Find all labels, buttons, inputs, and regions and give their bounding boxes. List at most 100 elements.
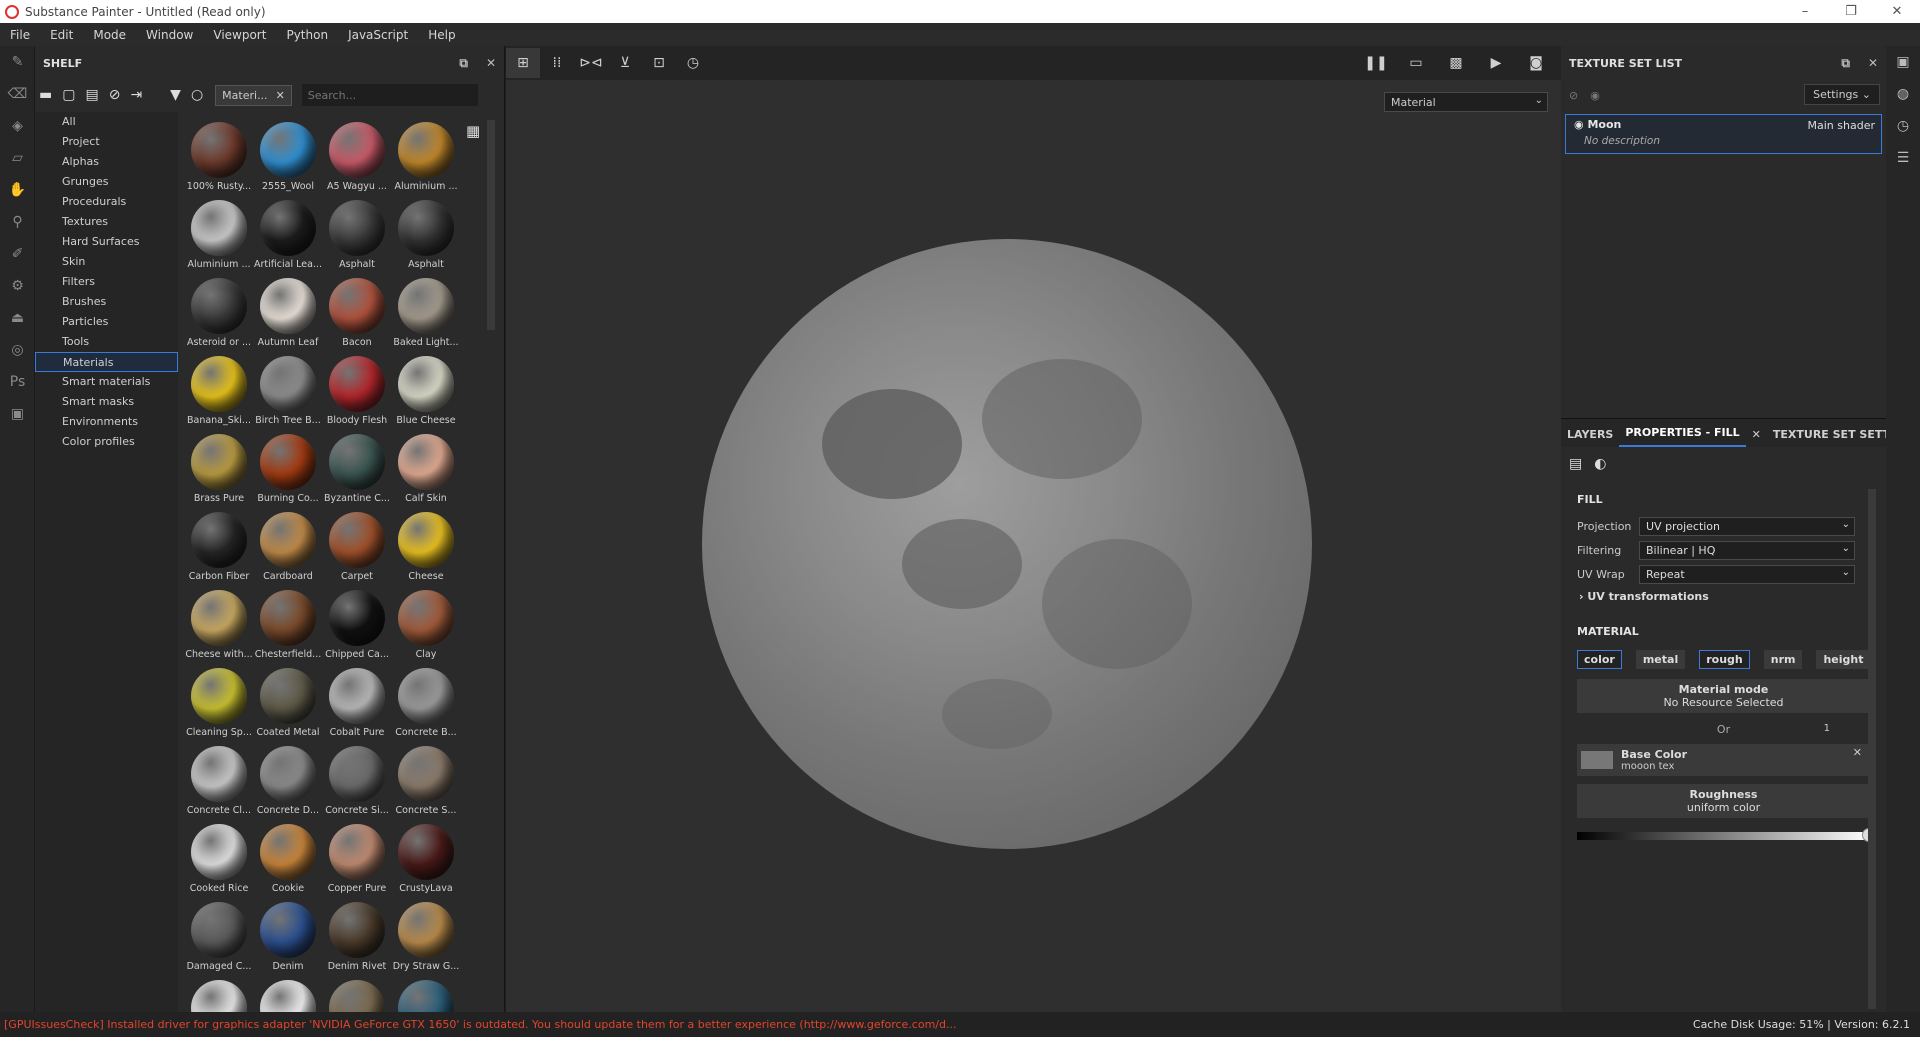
menu-mode[interactable]: Mode [83,28,136,42]
material-thumbnail[interactable]: Brass Pure [185,430,253,508]
material-thumbnail[interactable]: Carpet [323,508,391,586]
smudge-icon[interactable]: ✋ [0,174,35,206]
material-thumbnail[interactable]: Copper Pure [323,820,391,898]
shelf-category-smart-materials[interactable]: Smart materials [35,372,178,392]
tab-layers[interactable]: LAYERS [1561,428,1619,447]
material-thumbnail[interactable]: Blue Cheese [392,352,460,430]
close-panel-icon[interactable]: ✕ [1868,56,1878,70]
material-thumbnail[interactable]: Cheese with... [185,586,253,664]
material-thumbnail[interactable]: Bloody Flesh [323,352,391,430]
material-thumbnail[interactable]: Cheese [392,508,460,586]
eye-icon[interactable]: ◉ [1574,118,1587,131]
material-thumbnail[interactable]: Denim [254,898,322,976]
camera-icon[interactable]: ▶ [1479,48,1513,78]
history-icon[interactable]: ◷ [676,48,710,78]
library-icon[interactable]: ▤ [85,87,98,103]
new-folder-icon[interactable]: ▢ [62,87,75,103]
import-icon[interactable]: ⇥ [130,87,142,103]
log-icon[interactable]: ☰ [1886,142,1920,174]
menu-window[interactable]: Window [136,28,203,42]
layer-stack-icon[interactable]: ▤ [1569,456,1582,472]
color-picker-icon[interactable]: ✐ [0,238,35,270]
material-thumbnail[interactable]: Aluminium ... [392,118,460,196]
history-icon[interactable]: ◷ [1886,110,1920,142]
material-thumbnail[interactable]: Burning Co... [254,430,322,508]
shelf-category-hard-surfaces[interactable]: Hard Surfaces [35,232,178,252]
photoshop-icon[interactable]: Ps [0,366,35,398]
menu-javascript[interactable]: JavaScript [338,28,418,42]
eraser-icon[interactable]: ⌫ [0,78,35,110]
display-settings-icon[interactable]: ▣ [1886,46,1920,78]
folder-icon[interactable]: ▬ [39,87,52,103]
material-thumbnail[interactable]: Aluminium ... [185,196,253,274]
material-thumbnail[interactable] [392,976,460,1012]
material-thumbnail[interactable] [185,976,253,1012]
material-thumbnail[interactable]: Clay [392,586,460,664]
roughness-slider[interactable] [1577,828,1876,842]
projection-select[interactable]: UV projection ⌄ [1639,516,1855,536]
material-thumbnail[interactable]: Baked Light... [392,274,460,352]
screenshot-icon[interactable]: ▣ [0,398,35,430]
shelf-category-smart-masks[interactable]: Smart masks [35,392,178,412]
plugin-icon[interactable]: ◎ [0,334,35,366]
channel-metal-button[interactable]: metal [1635,650,1686,669]
properties-scrollbar[interactable] [1868,489,1876,1009]
material-thumbnail[interactable]: Concrete S... [392,742,460,820]
material-thumbnail[interactable]: Damaged C... [185,898,253,976]
material-thumbnail[interactable]: Autumn Leaf [254,274,322,352]
polygon-fill-icon[interactable]: ▱ [0,142,35,174]
maximize-button[interactable]: ❐ [1828,0,1874,23]
shelf-category-all[interactable]: All [35,112,178,132]
material-thumbnail[interactable]: Cleaning Sp... [185,664,253,742]
shelf-search-input[interactable] [301,84,478,106]
shelf-category-project[interactable]: Project [35,132,178,152]
shelf-category-skin[interactable]: Skin [35,252,178,272]
pause-icon[interactable]: ❚❚ [1359,48,1393,78]
close-window-button[interactable]: ✕ [1874,0,1920,23]
symmetry-grid-icon[interactable]: ⊞ [506,48,540,78]
shelf-scrollbar[interactable] [487,120,495,330]
material-thumbnail[interactable]: Chipped Ca... [323,586,391,664]
grid-view-icon[interactable]: ▦ [466,122,480,140]
material-thumbnail[interactable]: Birch Tree B... [254,352,322,430]
menu-python[interactable]: Python [276,28,338,42]
menu-edit[interactable]: Edit [40,28,83,42]
material-thumbnail[interactable]: Calf Skin [392,430,460,508]
material-sphere-icon[interactable]: ◐ [1594,456,1606,472]
multi-grid-icon[interactable]: ⁞⁞ [540,48,574,78]
close-panel-icon[interactable]: ✕ [486,56,496,70]
material-thumbnail[interactable]: Asphalt [323,196,391,274]
channel-height-button[interactable]: height [1816,650,1871,669]
shader-settings-icon[interactable]: ◍ [1886,78,1920,110]
shelf-category-color-profiles[interactable]: Color profiles [35,432,178,452]
material-thumbnail[interactable]: 2555_Wool [254,118,322,196]
undock-icon[interactable]: ⧉ [459,56,468,71]
shelf-category-filters[interactable]: Filters [35,272,178,292]
material-thumbnail[interactable]: 100% Rusty... [185,118,253,196]
material-thumbnail[interactable]: Carbon Fiber [185,508,253,586]
hide-icon[interactable]: ⊘ [109,87,121,103]
material-thumbnail[interactable]: Cookie [254,820,322,898]
shelf-category-particles[interactable]: Particles [35,312,178,332]
material-thumbnail[interactable] [254,976,322,1012]
minimize-button[interactable]: – [1782,0,1828,23]
view-2d-icon[interactable]: ▭ [1399,48,1433,78]
shelf-category-brushes[interactable]: Brushes [35,292,178,312]
moon-mesh[interactable] [702,239,1312,849]
material-thumbnail[interactable]: Artificial Lea... [254,196,322,274]
roughness-block[interactable]: Roughness uniform color [1577,784,1870,818]
bake-icon[interactable]: ⚙ [0,270,35,302]
clear-filter-icon[interactable]: ✕ [276,89,285,102]
filtering-select[interactable]: Bilinear | HQ ⌄ [1639,540,1855,560]
material-thumbnail[interactable] [323,976,391,1012]
material-thumbnail[interactable]: Cobalt Pure [323,664,391,742]
shelf-category-tools[interactable]: Tools [35,332,178,352]
channel-nrm-button[interactable]: nrm [1763,650,1803,669]
export-icon[interactable]: ⏏ [0,302,35,334]
shelf-category-textures[interactable]: Textures [35,212,178,232]
uvwrap-select[interactable]: Repeat ⌄ [1639,564,1855,584]
frame-icon[interactable]: ⊡ [642,48,676,78]
mirror-x-icon[interactable]: ⊳⊲ [574,48,608,78]
material-thumbnail[interactable]: CrustyLava [392,820,460,898]
material-thumbnail[interactable]: Concrete Si... [323,742,391,820]
